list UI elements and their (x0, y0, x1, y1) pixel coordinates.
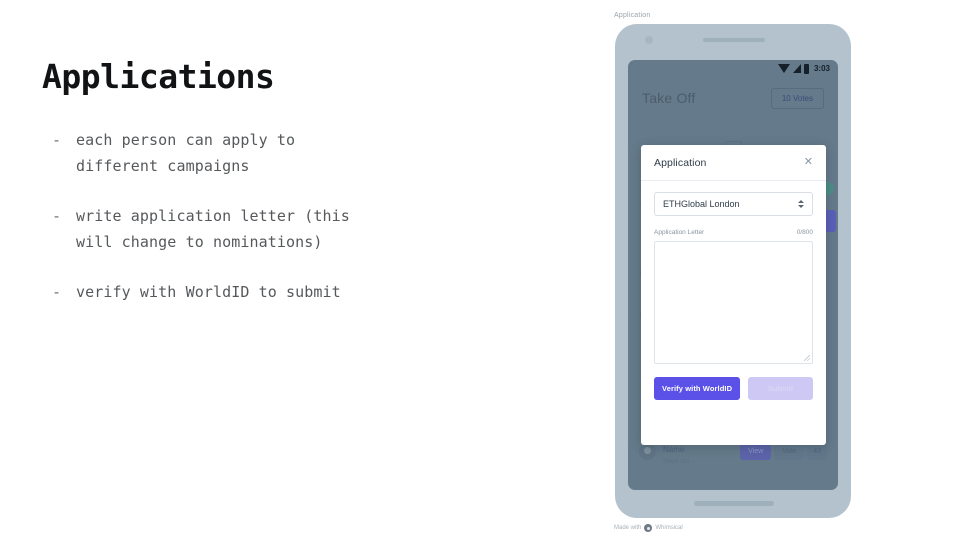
signal-icon (792, 64, 801, 73)
bullet-list: - each person can apply to different cam… (52, 128, 472, 331)
close-icon[interactable]: ✕ (804, 157, 813, 168)
votes-button[interactable]: 10 Votes (770, 87, 824, 109)
battery-icon (803, 63, 809, 74)
submit-button[interactable]: Submit (748, 377, 813, 400)
resize-handle-icon[interactable] (804, 355, 810, 361)
bullet-text: verify with WorldID to submit (76, 283, 341, 301)
whimsical-logo-icon (644, 524, 653, 532)
phone-camera-icon (645, 36, 653, 44)
watermark: Made with Whimsical (614, 524, 683, 532)
status-bar: 3:03 (628, 60, 838, 77)
status-time: 3:03 (813, 64, 830, 73)
application-letter-textarea[interactable] (654, 241, 813, 364)
page-title: Applications (42, 57, 275, 96)
watermark-brand: Whimsical (655, 525, 683, 531)
bullet-marker: - (52, 283, 62, 301)
watermark-text: Made with (614, 525, 642, 531)
vote-count-badge[interactable]: 43 (807, 442, 827, 460)
character-counter: 0/800 (796, 229, 813, 236)
campaign-select-value: ETHGlobal London (663, 199, 740, 209)
bullet-text: write application letter (this will chan… (76, 207, 350, 251)
dialog-body: ETHGlobal London Application Letter 0/80… (641, 181, 826, 364)
application-letter-label: Application Letter (654, 229, 705, 236)
dialog-actions: Verify with WorldID Submit (641, 364, 826, 400)
letter-label-row: Application Letter 0/800 (654, 229, 813, 236)
row-actions: View Vote 43 (740, 442, 827, 460)
app-header: Take Off 10 Votes (628, 80, 838, 116)
row-name: Name (663, 445, 685, 454)
bullet-marker: - (52, 131, 62, 149)
vote-button[interactable]: Vote (774, 442, 805, 460)
avatar (639, 442, 656, 460)
list-item: - each person can apply to different cam… (52, 128, 472, 179)
view-button[interactable]: View (740, 442, 772, 460)
application-dialog: Application ✕ ETHGlobal London Applicati… (641, 145, 826, 445)
app-title: Take Off (642, 90, 696, 106)
row-bio: Short bio (663, 458, 690, 465)
campaign-select[interactable]: ETHGlobal London (654, 192, 813, 216)
verify-worldid-button[interactable]: Verify with WorldID (654, 377, 741, 400)
dialog-header: Application ✕ (641, 145, 826, 181)
wifi-icon (777, 64, 790, 73)
mockup-label: Application (614, 12, 651, 19)
phone-speaker (703, 38, 765, 42)
bullet-text: each person can apply to different campa… (76, 131, 296, 175)
bullet-marker: - (52, 207, 62, 225)
dialog-title: Application (654, 156, 707, 169)
chevron-updown-icon (798, 200, 804, 208)
list-item: - verify with WorldID to submit (52, 280, 472, 306)
phone-home-indicator (694, 501, 774, 506)
list-item: - write application letter (this will ch… (52, 204, 472, 255)
slide-root: Applications - each person can apply to … (0, 0, 960, 540)
